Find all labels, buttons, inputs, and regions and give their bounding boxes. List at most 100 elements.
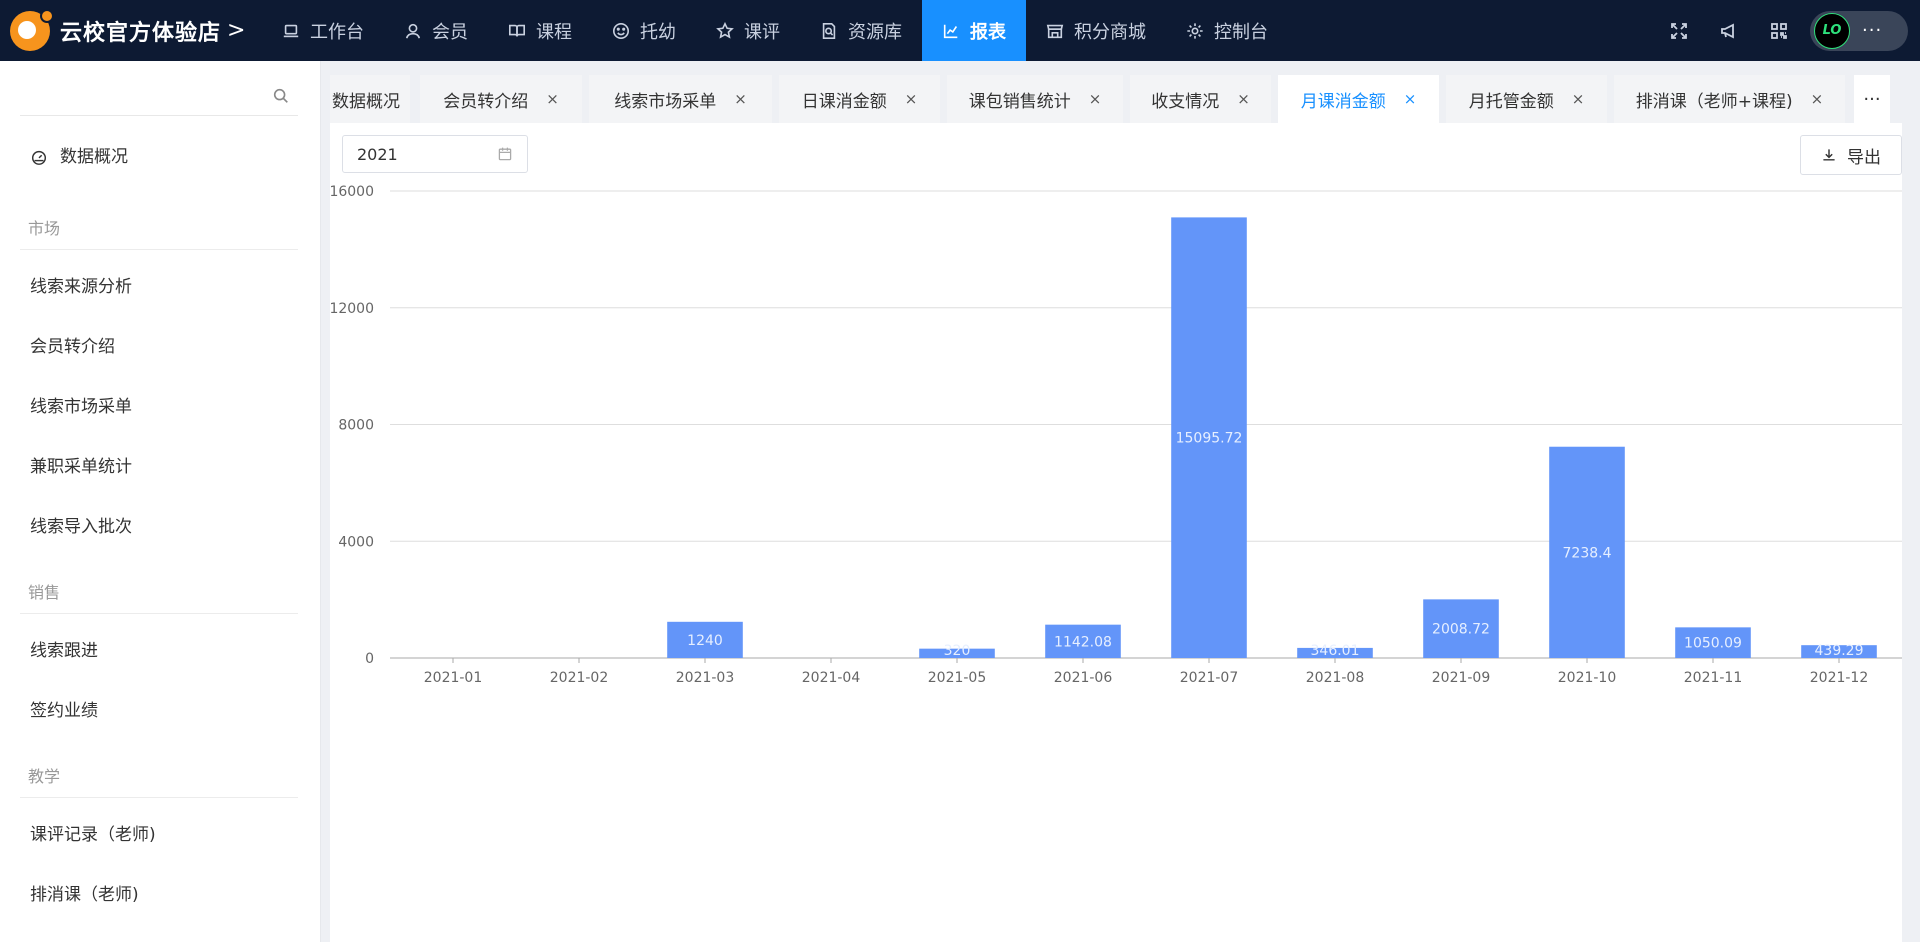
sidebar-item-schedule[interactable]: 排消课（老师) xyxy=(30,883,139,907)
data-label: 439.29 xyxy=(1815,643,1864,659)
calendar-icon xyxy=(498,147,512,161)
tab-lead-market[interactable]: 线索市场采单 × xyxy=(589,75,772,123)
sidebar-group-sales: 销售 xyxy=(20,579,298,614)
nav-resources[interactable]: 资源库 xyxy=(800,0,922,61)
main-nav: 工作台 会员 课程 托幼 课评 资源库 报表 积分商城 控制台 xyxy=(262,0,1288,61)
year-picker[interactable]: 2021 xyxy=(342,135,528,173)
x-tick-label: 2021-09 xyxy=(1432,670,1491,686)
sidebar-item-parttime[interactable]: 兼职采单统计 xyxy=(30,455,132,479)
tab-bar: 数据概况 会员转介绍 × 线索市场采单 × 日课消金额 × 课包销售统计 × 收支情况 ×… xyxy=(330,75,1890,123)
star-icon xyxy=(716,21,734,39)
nav-label: 工作台 xyxy=(310,21,364,43)
y-tick-label: 4000 xyxy=(338,534,374,550)
nav-console[interactable]: 控制台 xyxy=(1166,0,1288,61)
shop-icon xyxy=(1046,24,1064,38)
user-menu[interactable]: LO ··· xyxy=(1810,10,1908,51)
data-label: 346.01 xyxy=(1311,643,1360,659)
tab-monthly-consumption[interactable]: 月课消金额 × xyxy=(1278,75,1439,123)
report-panel: 2021 导出 0 4000 8000 12000 16000 2021-01 2021-0… xyxy=(330,123,1902,942)
tab-referral[interactable]: 会员转介绍 × xyxy=(420,75,582,123)
x-tick-label: 2021-08 xyxy=(1306,670,1365,686)
data-label: 320 xyxy=(944,643,971,659)
data-label: 15095.72 xyxy=(1176,431,1243,447)
sidebar-item-contract[interactable]: 签约业绩 xyxy=(30,699,98,723)
top-navbar: 云校官方体验店 > 工作台 会员 课程 托幼 课评 资源库 报表 积分商城 控制… xyxy=(0,0,1920,61)
nav-review[interactable]: 课评 xyxy=(696,0,800,61)
nav-reports[interactable]: 报表 xyxy=(922,0,1026,61)
close-icon[interactable]: × xyxy=(1404,90,1417,108)
sidebar-item-referral[interactable]: 会员转介绍 xyxy=(30,335,115,359)
tab-schedule-teacher-course[interactable]: 排消课（老师+课程) × xyxy=(1614,75,1845,123)
announcement-icon xyxy=(1721,23,1734,38)
data-label: 1050.09 xyxy=(1684,636,1742,652)
y-tick-label: 12000 xyxy=(330,301,374,317)
y-tick-label: 0 xyxy=(365,651,374,667)
nav-label: 报表 xyxy=(970,21,1006,43)
tab-income-expense[interactable]: 收支情况 × xyxy=(1130,75,1271,123)
sidebar-item-lead-followup[interactable]: 线索跟进 xyxy=(30,639,98,663)
brand-chevron-right-icon: > xyxy=(227,18,246,43)
sidebar-item-lead-market[interactable]: 线索市场采单 xyxy=(30,395,132,419)
brand[interactable]: 云校官方体验店 > xyxy=(10,0,245,61)
data-label: 7238.4 xyxy=(1563,545,1612,561)
close-icon[interactable]: × xyxy=(1572,90,1585,108)
sidebar: 数据概况 市场 线索来源分析 会员转介绍 线索市场采单 兼职采单统计 线索导入批… xyxy=(0,61,321,942)
tab-overview[interactable]: 数据概况 xyxy=(330,75,410,123)
sidebar-item-lead-source[interactable]: 线索来源分析 xyxy=(30,275,132,299)
export-label: 导出 xyxy=(1847,147,1881,168)
y-tick-label: 16000 xyxy=(330,184,374,200)
chart-icon xyxy=(943,24,958,38)
x-tick-label: 2021-10 xyxy=(1558,670,1617,686)
nav-childcare[interactable]: 托幼 xyxy=(592,0,696,61)
x-tick-label: 2021-02 xyxy=(550,670,609,686)
x-tick-label: 2021-12 xyxy=(1810,670,1869,686)
y-tick-label: 8000 xyxy=(338,418,374,434)
qrcode-icon xyxy=(1771,22,1787,39)
sidebar-item-review-record[interactable]: 课评记录（老师) xyxy=(30,823,156,847)
brand-title: 云校官方体验店 xyxy=(60,20,222,46)
laptop-icon xyxy=(283,24,299,37)
nav-course[interactable]: 课程 xyxy=(488,0,592,61)
close-icon[interactable]: × xyxy=(734,90,747,108)
x-tick-label: 2021-07 xyxy=(1180,670,1239,686)
sidebar-item-lead-import[interactable]: 线索导入批次 xyxy=(30,515,132,539)
data-label: 1142.08 xyxy=(1054,634,1112,650)
fullscreen-button[interactable] xyxy=(1654,0,1704,61)
close-icon[interactable]: × xyxy=(1811,90,1824,108)
tab-package-sales[interactable]: 课包销售统计 × xyxy=(947,75,1123,123)
sidebar-item-label: 数据概况 xyxy=(60,147,128,167)
gear-icon xyxy=(1187,22,1203,39)
x-tick-label: 2021-01 xyxy=(424,670,483,686)
sidebar-item-overview[interactable]: 数据概况 xyxy=(30,145,128,169)
data-label: 1240 xyxy=(687,633,723,649)
tab-monthly-care[interactable]: 月托管金额 × xyxy=(1446,75,1607,123)
nav-workbench[interactable]: 工作台 xyxy=(262,0,384,61)
x-tick-label: 2021-05 xyxy=(928,670,987,686)
tab-label: 线索市场采单 xyxy=(614,91,717,112)
qrcode-button[interactable] xyxy=(1754,0,1804,61)
file-search-icon xyxy=(822,22,836,39)
announcement-button[interactable] xyxy=(1704,0,1754,61)
nav-member[interactable]: 会员 xyxy=(384,0,488,61)
export-button[interactable]: 导出 xyxy=(1800,135,1902,175)
tab-more-button[interactable]: ··· xyxy=(1854,75,1890,123)
tab-label: 排消课（老师+课程) xyxy=(1635,91,1793,112)
close-icon[interactable]: × xyxy=(905,90,918,108)
tab-label: 数据概况 xyxy=(332,91,400,112)
close-icon[interactable]: × xyxy=(1237,90,1250,108)
sidebar-group-teaching: 教学 xyxy=(20,763,298,798)
avatar: LO xyxy=(1814,12,1850,49)
x-tick-label: 2021-04 xyxy=(802,670,861,686)
nav-points-mall[interactable]: 积分商城 xyxy=(1026,0,1166,61)
smile-icon xyxy=(612,22,630,39)
tab-daily-consumption[interactable]: 日课消金额 × xyxy=(779,75,940,123)
sidebar-group-market: 市场 xyxy=(20,215,298,250)
close-icon[interactable]: × xyxy=(546,90,559,108)
nav-label: 托幼 xyxy=(640,21,676,43)
sidebar-search[interactable] xyxy=(20,79,298,116)
close-icon[interactable]: × xyxy=(1089,90,1102,108)
search-icon xyxy=(273,88,288,103)
tab-label: 会员转介绍 xyxy=(443,91,529,112)
x-tick-label: 2021-03 xyxy=(676,670,735,686)
brand-logo-icon xyxy=(10,8,54,51)
